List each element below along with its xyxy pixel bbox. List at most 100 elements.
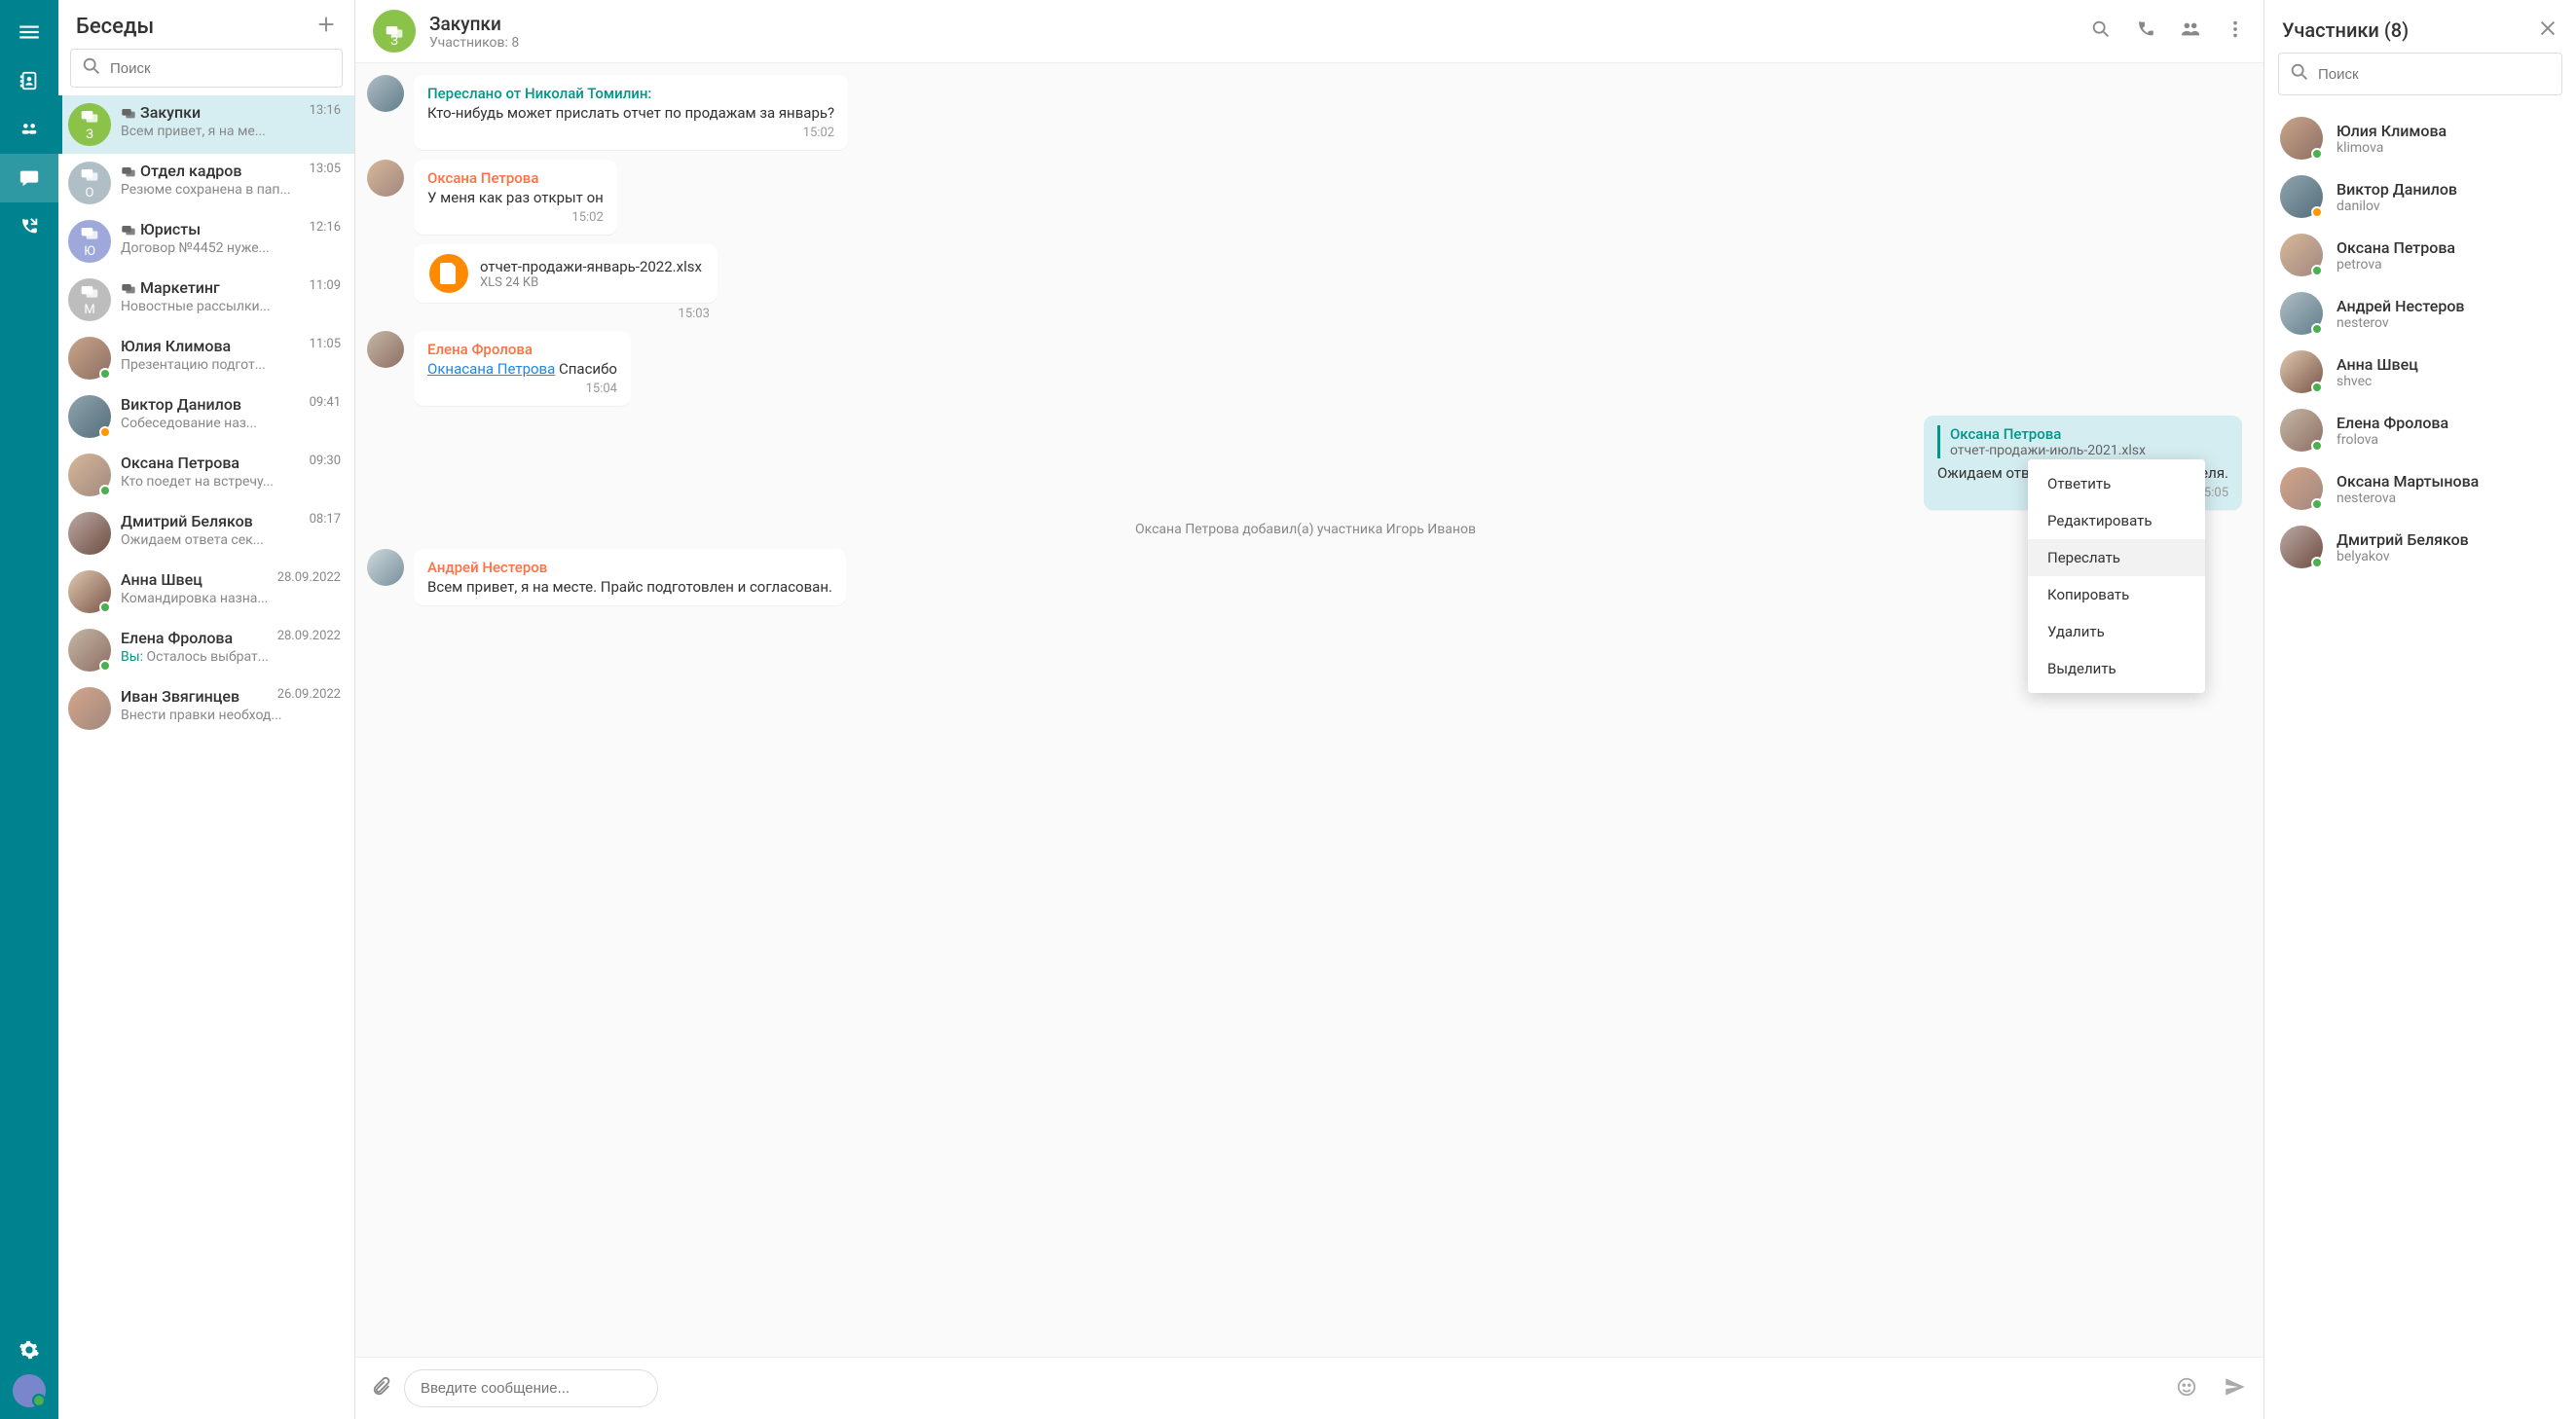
context-menu-item[interactable]: Удалить bbox=[2028, 613, 2205, 650]
file-attachment[interactable]: отчет-продажи-январь-2022.xlsx XLS 24 KB bbox=[414, 244, 718, 303]
participants-title: Участники (8) bbox=[2282, 18, 2409, 42]
participant-item[interactable]: Анна Швец shvec bbox=[2278, 343, 2562, 401]
menu-icon[interactable] bbox=[0, 8, 58, 56]
app-root: Беседы З Закупки Всем привет, я на ме...… bbox=[0, 0, 2576, 1419]
context-menu-item[interactable]: Редактировать bbox=[2028, 502, 2205, 539]
conversation-avatar bbox=[68, 395, 111, 438]
conversation-preview: Презентацию подгот... bbox=[121, 357, 343, 373]
conversation-avatar: М bbox=[68, 278, 111, 321]
quote-text: отчет-продажи-июль-2021.xlsx bbox=[1950, 443, 2228, 458]
message-text: Кто-нибудь может прислать отчет по прода… bbox=[427, 104, 834, 122]
attach-icon[interactable] bbox=[371, 1376, 392, 1401]
participant-avatar bbox=[2280, 350, 2323, 393]
participant-item[interactable]: Дмитрий Беляков belyakov bbox=[2278, 518, 2562, 576]
file-icon bbox=[429, 254, 468, 293]
conversation-time: 13:05 bbox=[310, 162, 341, 176]
conversation-time: 28.09.2022 bbox=[277, 570, 341, 585]
conversation-preview: Новостные рассылки... bbox=[121, 299, 343, 314]
conversation-item[interactable]: О Отдел кадров Резюме сохранена в пап...… bbox=[58, 154, 354, 212]
message-text: У меня как раз открыт он bbox=[427, 189, 604, 206]
conversation-item[interactable]: Елена Фролова Вы: Осталось выбрат... 28.… bbox=[58, 621, 354, 679]
settings-icon[interactable] bbox=[0, 1326, 58, 1374]
conversation-item[interactable]: Анна Швец Командировка назна... 28.09.20… bbox=[58, 563, 354, 621]
message-bubble[interactable]: Андрей Нестеров Всем привет, я на месте.… bbox=[414, 549, 846, 605]
message-bubble[interactable]: Переслано от Николай Томилин: Кто-нибудь… bbox=[414, 75, 848, 150]
conversations-header: Беседы bbox=[58, 0, 354, 49]
context-menu-item[interactable]: Ответить bbox=[2028, 465, 2205, 502]
conversation-time: 09:41 bbox=[310, 395, 341, 410]
message-text: Всем привет, я на месте. Прайс подготовл… bbox=[427, 578, 832, 596]
composer-input[interactable] bbox=[404, 1369, 658, 1407]
participants-icon[interactable] bbox=[2180, 18, 2201, 44]
conversation-title: Юлия Климова bbox=[121, 337, 231, 355]
conversation-time: 26.09.2022 bbox=[277, 687, 341, 702]
participant-login: nesterov bbox=[2337, 315, 2465, 331]
conversation-item[interactable]: Дмитрий Беляков Ожидаем ответа сек... 08… bbox=[58, 504, 354, 563]
participant-login: belyakov bbox=[2337, 549, 2469, 564]
participant-name: Оксана Мартынова bbox=[2337, 472, 2479, 491]
close-icon[interactable] bbox=[2537, 18, 2558, 43]
conference-icon[interactable] bbox=[0, 105, 58, 154]
participant-login: petrova bbox=[2337, 257, 2455, 273]
participant-item[interactable]: Андрей Нестеров nesterov bbox=[2278, 284, 2562, 343]
conversation-avatar bbox=[68, 512, 111, 555]
conversation-preview: Всем привет, я на ме... bbox=[121, 124, 343, 139]
conversation-title: Юристы bbox=[140, 220, 201, 238]
conversation-time: 13:16 bbox=[310, 103, 341, 118]
message-avatar bbox=[367, 331, 404, 368]
message-bubble[interactable]: Оксана Петрова У меня как раз открыт он … bbox=[414, 160, 617, 235]
message-time: 15:02 bbox=[427, 210, 604, 225]
conversation-item[interactable]: Иван Звягинцев Внести правки необход... … bbox=[58, 679, 354, 738]
conversation-item[interactable]: Виктор Данилов Собеседование наз... 09:4… bbox=[58, 387, 354, 446]
participants-list: Юлия Климова klimova Виктор Данилов dani… bbox=[2278, 109, 2562, 1419]
context-menu-item[interactable]: Выделить bbox=[2028, 650, 2205, 687]
conversation-preview: Кто поедет на встречу... bbox=[121, 474, 343, 490]
conversation-avatar bbox=[68, 570, 111, 613]
participant-item[interactable]: Виктор Данилов danilov bbox=[2278, 167, 2562, 226]
participant-name: Анна Швец bbox=[2337, 355, 2418, 374]
participants-search-input[interactable] bbox=[2318, 66, 2552, 83]
participant-item[interactable]: Юлия Климова klimova bbox=[2278, 109, 2562, 167]
conversations-list: З Закупки Всем привет, я на ме... 13:16 … bbox=[58, 95, 354, 1419]
calls-icon[interactable] bbox=[0, 202, 58, 251]
more-icon[interactable] bbox=[2225, 18, 2246, 44]
conversation-item[interactable]: Оксана Петрова Кто поедет на встречу... … bbox=[58, 446, 354, 504]
participant-login: shvec bbox=[2337, 374, 2418, 389]
chats-icon[interactable] bbox=[0, 154, 58, 202]
participants-panel: Участники (8) Юлия Климова klimova Викто… bbox=[2264, 0, 2576, 1419]
participants-header: Участники (8) bbox=[2278, 0, 2562, 53]
participant-item[interactable]: Елена Фролова frolova bbox=[2278, 401, 2562, 459]
conversations-search[interactable] bbox=[70, 49, 343, 88]
conversation-avatar bbox=[68, 337, 111, 380]
message-bubble[interactable]: Елена Фролова Окнасана Петрова Спасибо 1… bbox=[414, 331, 631, 406]
context-menu-item[interactable]: Копировать bbox=[2028, 576, 2205, 613]
participant-item[interactable]: Оксана Мартынова nesterova bbox=[2278, 459, 2562, 518]
conversations-search-input[interactable] bbox=[110, 60, 332, 77]
participant-avatar bbox=[2280, 175, 2323, 218]
contacts-icon[interactable] bbox=[0, 56, 58, 105]
message-avatar bbox=[367, 75, 404, 112]
search-icon bbox=[2289, 61, 2310, 87]
conversation-item[interactable]: З Закупки Всем привет, я на ме... 13:16 bbox=[58, 95, 354, 154]
conversation-item[interactable]: М Маркетинг Новостные рассылки... 11:09 bbox=[58, 271, 354, 329]
conversation-item[interactable]: Юлия Климова Презентацию подгот... 11:05 bbox=[58, 329, 354, 387]
message-row: Оксана Петрова У меня как раз открыт он … bbox=[367, 160, 2244, 235]
participant-login: frolova bbox=[2337, 432, 2448, 448]
participant-item[interactable]: Оксана Петрова petrova bbox=[2278, 226, 2562, 284]
send-icon[interactable] bbox=[2223, 1374, 2248, 1403]
conversation-time: 12:16 bbox=[310, 220, 341, 235]
conversation-item[interactable]: Ю Юристы Договор №4452 нуже... 12:16 bbox=[58, 212, 354, 271]
new-conversation-icon[interactable] bbox=[315, 14, 337, 39]
mention-link[interactable]: Окнасана Петрова bbox=[427, 360, 555, 378]
conversation-preview: Командировка назна... bbox=[121, 591, 343, 606]
message-text: Окнасана Петрова Спасибо bbox=[427, 360, 617, 378]
participants-search[interactable] bbox=[2278, 53, 2562, 95]
participant-name: Юлия Климова bbox=[2337, 122, 2447, 140]
call-icon[interactable] bbox=[2135, 18, 2156, 44]
emoji-icon[interactable] bbox=[2176, 1376, 2197, 1401]
current-user-avatar[interactable] bbox=[13, 1374, 46, 1407]
search-in-chat-icon[interactable] bbox=[2090, 18, 2112, 44]
context-menu-item[interactable]: Переслать bbox=[2028, 539, 2205, 576]
conversation-time: 28.09.2022 bbox=[277, 629, 341, 643]
message-row: отчет-продажи-январь-2022.xlsx XLS 24 KB… bbox=[367, 244, 2244, 321]
